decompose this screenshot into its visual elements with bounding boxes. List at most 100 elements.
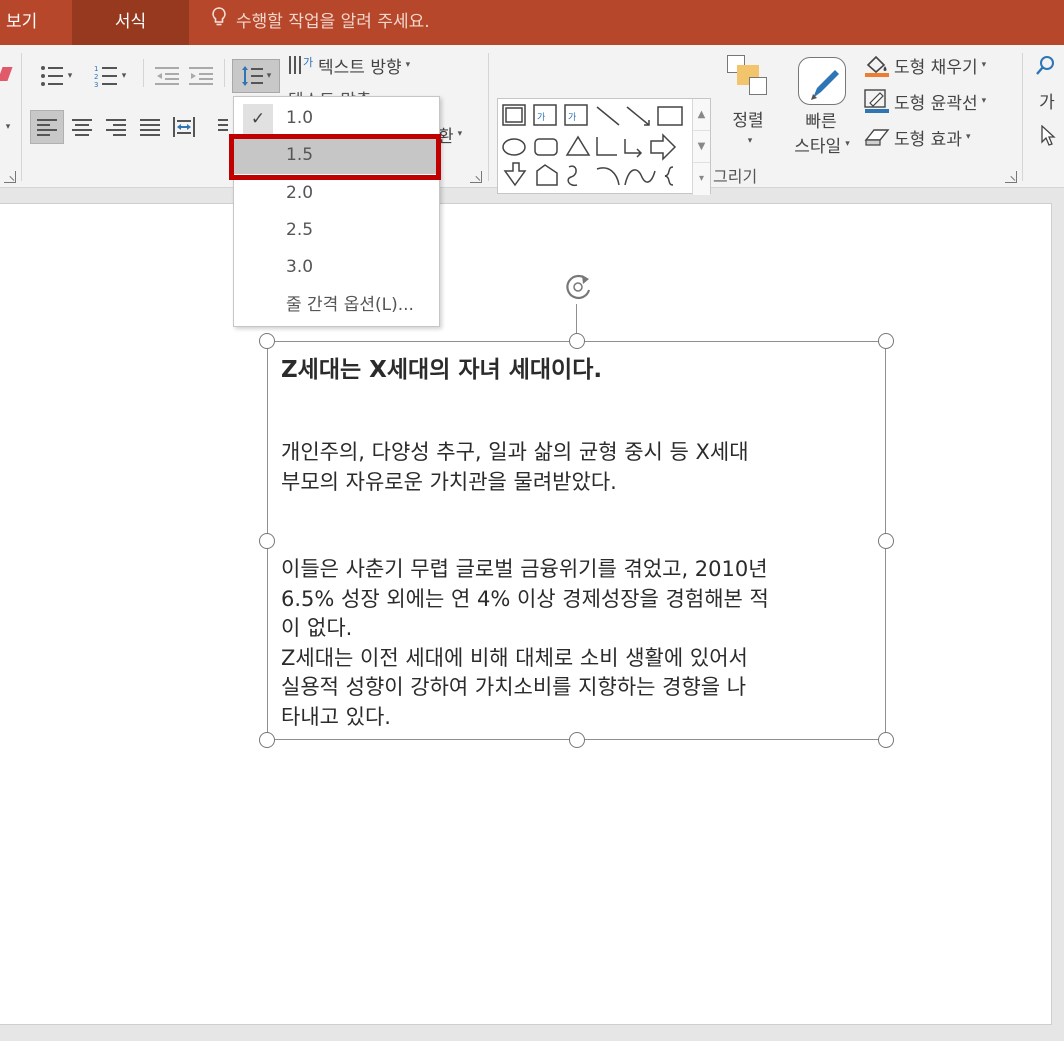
convert-smartart-button[interactable]: 환 ▾ [438, 121, 472, 147]
arrange-dropdown-arrow[interactable]: ▾ [736, 133, 760, 149]
tell-me-text: 수행할 작업을 알려 주세요. [236, 12, 430, 32]
font-dropdown-arrow[interactable]: ▾ [0, 115, 12, 139]
bullets-button[interactable]: ▾ [32, 61, 80, 91]
svg-text:가: 가 [537, 112, 545, 123]
gallery-down-arrow-icon[interactable]: ▼ [693, 131, 710, 163]
shape-outline-button[interactable]: 도형 윤곽선 ▾ [864, 87, 1014, 115]
resize-handle-top[interactable] [569, 333, 585, 349]
textbox-paragraph-2: 이들은 사춘기 무렵 글로벌 금융위기를 겪었고, 2010년 6.5% 성장 … [281, 555, 881, 732]
line-spacing-button[interactable]: ▾ [232, 59, 280, 93]
annotation-highlight-box [229, 134, 441, 180]
resize-handle-bottom[interactable] [569, 732, 585, 748]
pencil-outline-icon [864, 89, 889, 113]
text-line: 타내고 있다. [281, 704, 391, 729]
resize-handle-top-right[interactable] [878, 333, 894, 349]
gallery-scroller: ▲ ▼ ▾ [692, 99, 710, 195]
distributed-button[interactable] [168, 110, 200, 144]
svg-text:가: 가 [303, 56, 313, 69]
resize-handle-bottom-right[interactable] [878, 732, 894, 748]
align-left-icon [37, 119, 57, 136]
lightbulb-icon [212, 0, 230, 45]
option-label: 1.0 [286, 108, 314, 128]
quick-styles-button[interactable]: 스타일 ▾ [784, 131, 860, 157]
numbering-icon: 123 [94, 65, 117, 87]
option-label: 3.0 [286, 257, 314, 277]
text-line: 이들은 사춘기 무렵 글로벌 금융위기를 겪었고, 2010년 [281, 557, 768, 581]
svg-text:3: 3 [94, 81, 98, 87]
textbox-title: Z세대는 X세대의 자녀 세대이다. [281, 357, 603, 383]
svg-text:가: 가 [568, 112, 576, 123]
textbox-paragraph-1: 개인주의, 다양성 추구, 일과 삶의 균형 중시 등 X세대 부모의 자유로운… [281, 438, 881, 497]
tell-me-search[interactable]: 수행할 작업을 알려 주세요. [212, 0, 430, 45]
line-spacing-icon [241, 66, 263, 86]
clear-format-icon[interactable] [0, 67, 13, 81]
shape-fill-button[interactable]: 도형 채우기 ▾ [864, 51, 1014, 79]
svg-text:1: 1 [94, 65, 98, 73]
text-direction-button[interactable]: 가 텍스트 방향 ▾ [288, 51, 438, 79]
ribbon: ▾ ▾ 123▾ ▾ 가 텍스트 방향▾ 텍스트 맞춤 환▾ [0, 45, 1064, 195]
drawing-dialog-launcher[interactable] [1005, 171, 1017, 183]
paragraph-dialog-launcher[interactable] [470, 171, 482, 183]
bullets-icon [40, 66, 63, 86]
text-direction-label: 텍스트 방향 [318, 57, 402, 78]
shape-effects-button[interactable]: 도형 효과 ▾ [864, 123, 1014, 151]
resize-handle-top-left[interactable] [259, 333, 275, 349]
text-line: 이 없다. [281, 616, 353, 640]
arrange-button[interactable]: 정렬 [720, 105, 776, 131]
replace-button[interactable]: 가 [1032, 87, 1062, 113]
text-line: 6.5% 성장 외에는 연 4% 이상 경제성장을 경험해본 적 [281, 586, 769, 611]
paint-bucket-icon [865, 55, 889, 77]
text-box[interactable]: Z세대는 X세대의 자녀 세대이다. 개인주의, 다양성 추구, 일과 삶의 균… [267, 341, 886, 740]
line-spacing-option-3-0[interactable]: 3.0 [234, 249, 439, 286]
numbering-button[interactable]: 1 2 3 ▾ [86, 61, 134, 91]
drawing-group-label: 그리기 [713, 167, 758, 186]
shapes-gallery-icons: 가 가 [502, 104, 683, 187]
resize-handle-left[interactable] [259, 533, 275, 549]
option-label: 2.0 [286, 183, 314, 203]
quick-styles-icon [798, 57, 846, 105]
text-line: 실용적 성향이 강하여 가치소비를 지향하는 경향을 나 [281, 675, 747, 699]
font-dialog-launcher[interactable] [4, 171, 16, 183]
line-spacing-option-2-5[interactable]: 2.5 [234, 212, 439, 249]
shape-fill-label: 도형 채우기 [894, 57, 978, 78]
justify-button[interactable] [134, 110, 166, 144]
line-spacing-option-1-0[interactable]: ✓ 1.0 [234, 100, 439, 137]
quick-styles-label-1[interactable]: 빠른 [794, 107, 848, 132]
increase-indent-button[interactable] [186, 61, 216, 91]
gallery-more-icon[interactable]: ▾ [693, 163, 710, 195]
shape-effects-icon [864, 129, 890, 146]
arrange-icon [727, 55, 767, 97]
align-center-icon [72, 119, 92, 136]
line-spacing-menu: ✓ 1.0 1.5 2.0 2.5 3.0 줄 간격 옵션(L)... [233, 96, 440, 327]
quick-styles-label-2: 스타일 [794, 136, 842, 157]
checkmark-icon: ✓ [243, 104, 273, 134]
line-spacing-option-2-0[interactable]: 2.0 [234, 175, 439, 212]
resize-handle-right[interactable] [878, 533, 894, 549]
resize-handle-bottom-left[interactable] [259, 732, 275, 748]
text-line: 부모의 자유로운 가치관을 물려받았다. [281, 469, 617, 494]
option-label: 줄 간격 옵션(L)... [286, 295, 414, 315]
distributed-icon [173, 117, 195, 137]
shape-effects-label: 도형 효과 [894, 129, 962, 150]
shapes-gallery[interactable]: 가 가 ▲ ▼ ▾ [497, 98, 711, 195]
decrease-indent-icon [155, 67, 179, 85]
text-line: Z세대는 이전 세대에 비해 대체로 소비 생활에 있어서 [281, 645, 748, 670]
rotate-handle-icon[interactable] [562, 270, 596, 304]
line-spacing-options-item[interactable]: 줄 간격 옵션(L)... [234, 287, 439, 324]
decrease-indent-button[interactable] [152, 61, 182, 91]
gallery-up-arrow-icon[interactable]: ▲ [693, 99, 710, 131]
align-right-button[interactable] [100, 110, 132, 144]
align-right-icon [106, 119, 126, 136]
option-label: 2.5 [286, 220, 314, 240]
find-icon[interactable] [1036, 55, 1056, 77]
align-left-button[interactable] [30, 110, 64, 144]
columns-icon [218, 119, 228, 131]
justify-icon [140, 119, 160, 136]
text-direction-icon: 가 [289, 56, 313, 74]
ribbon-tab-bar: 보기 서식 수행할 작업을 알려 주세요. [0, 0, 1064, 45]
tab-view[interactable]: 보기 [6, 0, 37, 45]
tab-format[interactable]: 서식 [72, 0, 189, 45]
align-center-button[interactable] [66, 110, 98, 144]
text-line: 개인주의, 다양성 추구, 일과 삶의 균형 중시 등 X세대 [281, 440, 749, 464]
select-pointer-icon[interactable] [1040, 124, 1058, 147]
